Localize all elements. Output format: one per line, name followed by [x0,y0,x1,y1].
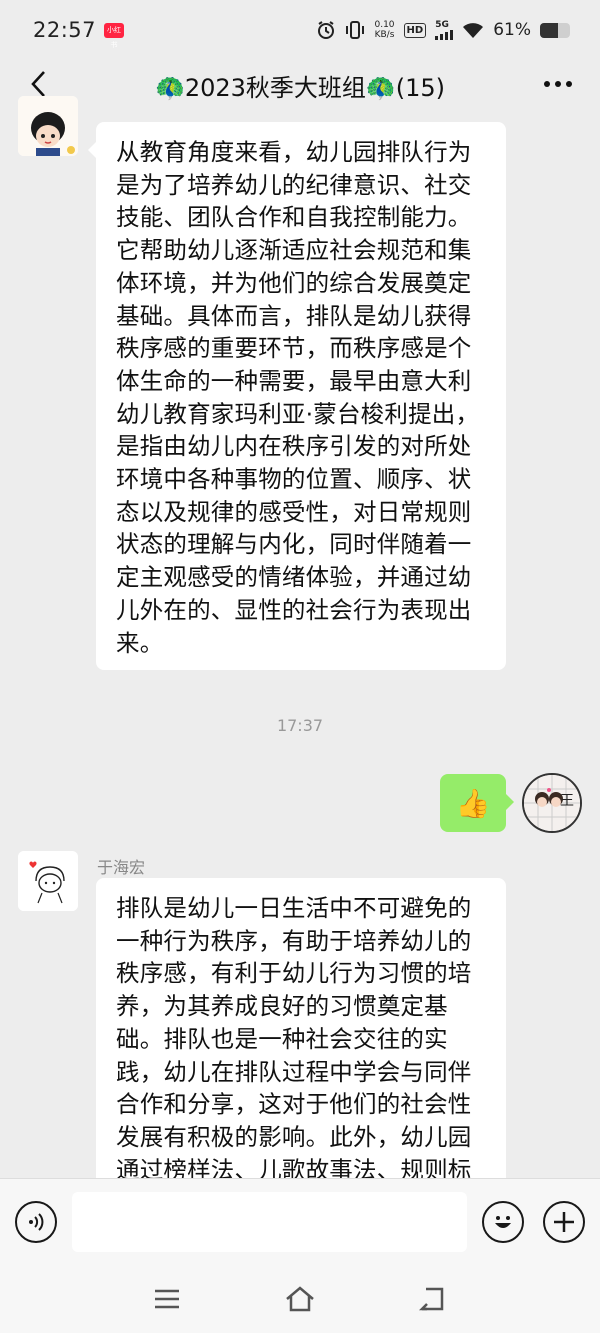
smiley-icon [495,1216,511,1228]
input-bar [0,1178,600,1264]
battery-fill [540,22,559,38]
plus-icon [554,1212,574,1232]
cartoon-girl-avatar-icon [18,96,78,156]
signal-5g-icon: 5G [435,19,454,40]
net-speed-unit: KB/s [374,30,395,40]
net-speed-value: 0.10 [374,20,395,30]
sender-name: 于海宏 [97,858,146,877]
menu-icon [155,1289,179,1309]
status-bar: 22:57 小红书 0.10 KB/s HD 5G 61% [0,0,600,60]
self-avatar-char: 王 [560,793,574,809]
chat-title: 🦚2023秋季大班组🦚(15) [154,74,446,102]
alarm-icon [318,21,335,39]
more-button[interactable] [538,64,578,104]
chat-header: 🦚2023秋季大班组🦚(15) [0,60,600,108]
avatar[interactable] [18,851,78,911]
message-bubble[interactable]: 从教育角度来看，幼儿园排队行为是为了培养幼儿的纪律意识、社交技能、团队合作和自我… [88,122,506,670]
timestamp: 17:37 [276,716,324,735]
voice-icon [29,1213,44,1231]
battery-icon [540,22,570,38]
return-icon [418,1287,444,1311]
home-nav-button[interactable] [283,1282,317,1316]
net-speed: 0.10 KB/s [374,20,394,40]
menu-nav-button[interactable] [150,1282,184,1316]
message-text: 从教育角度来看，幼儿园排队行为是为了培养幼儿的纪律意识、社交技能、团队合作和自我… [116,138,480,657]
system-nav-bar [0,1264,600,1333]
self-avatar[interactable]: 王 [522,773,582,833]
message-bubble-self[interactable]: 👍 [440,774,514,832]
wifi-icon [463,23,484,38]
message-bubble[interactable]: 排队是幼儿一日生活中不可避免的一种行为秩序，有助于培养幼儿的秩序感，有利于幼儿行… [96,878,506,1178]
avatar[interactable] [18,96,78,156]
message-input[interactable] [72,1192,467,1252]
xiaohongshu-badge-icon: 小红书 [104,22,125,49]
voice-button[interactable] [15,1201,57,1243]
status-time: 22:57 [33,18,97,42]
plus-button[interactable] [543,1201,585,1243]
thumbs-up-emoji: 👍 [455,786,491,820]
status-indicators: 0.10 KB/s HD 5G 61% [316,20,570,40]
sketch-avatar-icon [18,851,78,911]
self-avatar-image-icon: 王 [524,775,580,831]
emoji-button[interactable] [482,1201,524,1243]
home-icon [286,1286,314,1312]
hd-icon: HD [403,22,427,38]
vibrate-icon [346,21,365,39]
back-nav-button[interactable] [416,1282,450,1316]
battery-percent: 61% [493,20,531,40]
message-text: 排队是幼儿一日生活中不可避免的一种行为秩序，有助于培养幼儿的秩序感，有利于幼儿行… [116,894,472,1178]
signal-label: 5G [435,19,449,30]
more-dots-icon [544,81,572,87]
